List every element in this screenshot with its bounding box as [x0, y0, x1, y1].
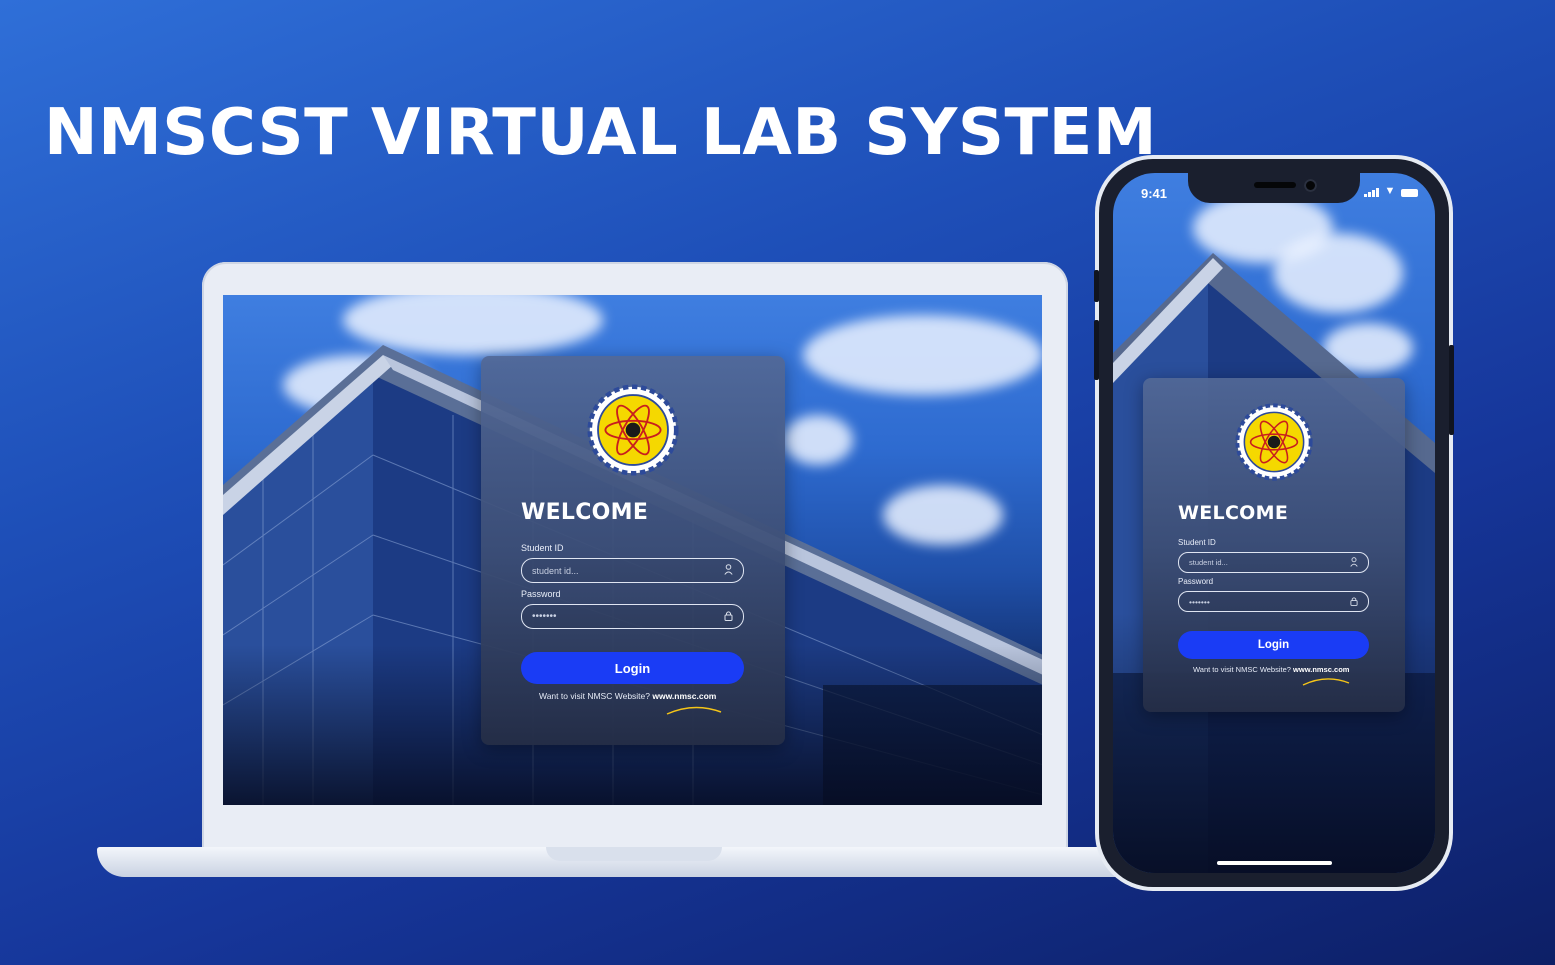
nmscst-logo: [587, 384, 679, 476]
password-label: Password: [521, 589, 561, 599]
user-icon: [724, 564, 733, 577]
nmsc-website-link[interactable]: www.nmsc.com: [1293, 665, 1349, 674]
swoosh-decoration: [666, 706, 722, 715]
battery-icon: [1401, 189, 1419, 197]
lock-icon: [724, 610, 733, 624]
student-id-input[interactable]: student id...: [521, 558, 744, 583]
visit-website-text: Want to visit NMSC Website? www.nmsc.com: [539, 691, 717, 701]
page-headline: NMSCST VIRTUAL LAB SYSTEM: [44, 96, 1157, 170]
phone-login-card: WELCOME Student ID student id... Passwor…: [1143, 378, 1405, 712]
laptop-trackpad-notch: [546, 847, 722, 861]
login-button[interactable]: Login: [1178, 631, 1369, 659]
status-time: 9:41: [1141, 186, 1168, 201]
nmscst-logo: [1235, 403, 1313, 481]
welcome-heading: WELCOME: [521, 500, 649, 525]
student-id-placeholder: student id...: [532, 565, 579, 576]
status-icons: ▼: [1364, 185, 1419, 197]
welcome-heading: WELCOME: [1178, 502, 1289, 524]
wifi-icon: ▼: [1384, 185, 1396, 197]
student-id-input[interactable]: student id...: [1178, 552, 1369, 573]
lock-icon: [1350, 596, 1358, 608]
gear-atom-icon: [587, 384, 679, 476]
phone-notch: [1188, 173, 1360, 203]
phone-volume-button: [1094, 320, 1099, 380]
speaker-icon: [1254, 182, 1296, 188]
phone-power-button: [1449, 345, 1454, 435]
nmsc-website-link[interactable]: www.nmsc.com: [652, 691, 716, 701]
home-indicator[interactable]: [1217, 861, 1332, 865]
laptop-login-card: WELCOME Student ID student id... Passwor…: [481, 356, 785, 745]
camera-icon: [1304, 179, 1317, 192]
student-id-placeholder: student id...: [1189, 558, 1228, 567]
visit-website-text: Want to visit NMSC Website? www.nmsc.com: [1193, 665, 1350, 674]
student-id-label: Student ID: [521, 543, 564, 553]
password-value: •••••••: [532, 611, 557, 622]
password-value: •••••••: [1189, 596, 1210, 607]
password-input[interactable]: •••••••: [1178, 591, 1369, 612]
login-button[interactable]: Login: [521, 652, 744, 684]
swoosh-decoration: [1302, 678, 1350, 686]
user-icon: [1350, 556, 1358, 569]
student-id-label: Student ID: [1178, 538, 1216, 547]
password-input[interactable]: •••••••: [521, 604, 744, 629]
phone-side-button: [1094, 270, 1099, 302]
signal-icon: [1364, 188, 1379, 197]
password-label: Password: [1178, 577, 1214, 586]
gear-atom-icon: [1235, 403, 1313, 481]
